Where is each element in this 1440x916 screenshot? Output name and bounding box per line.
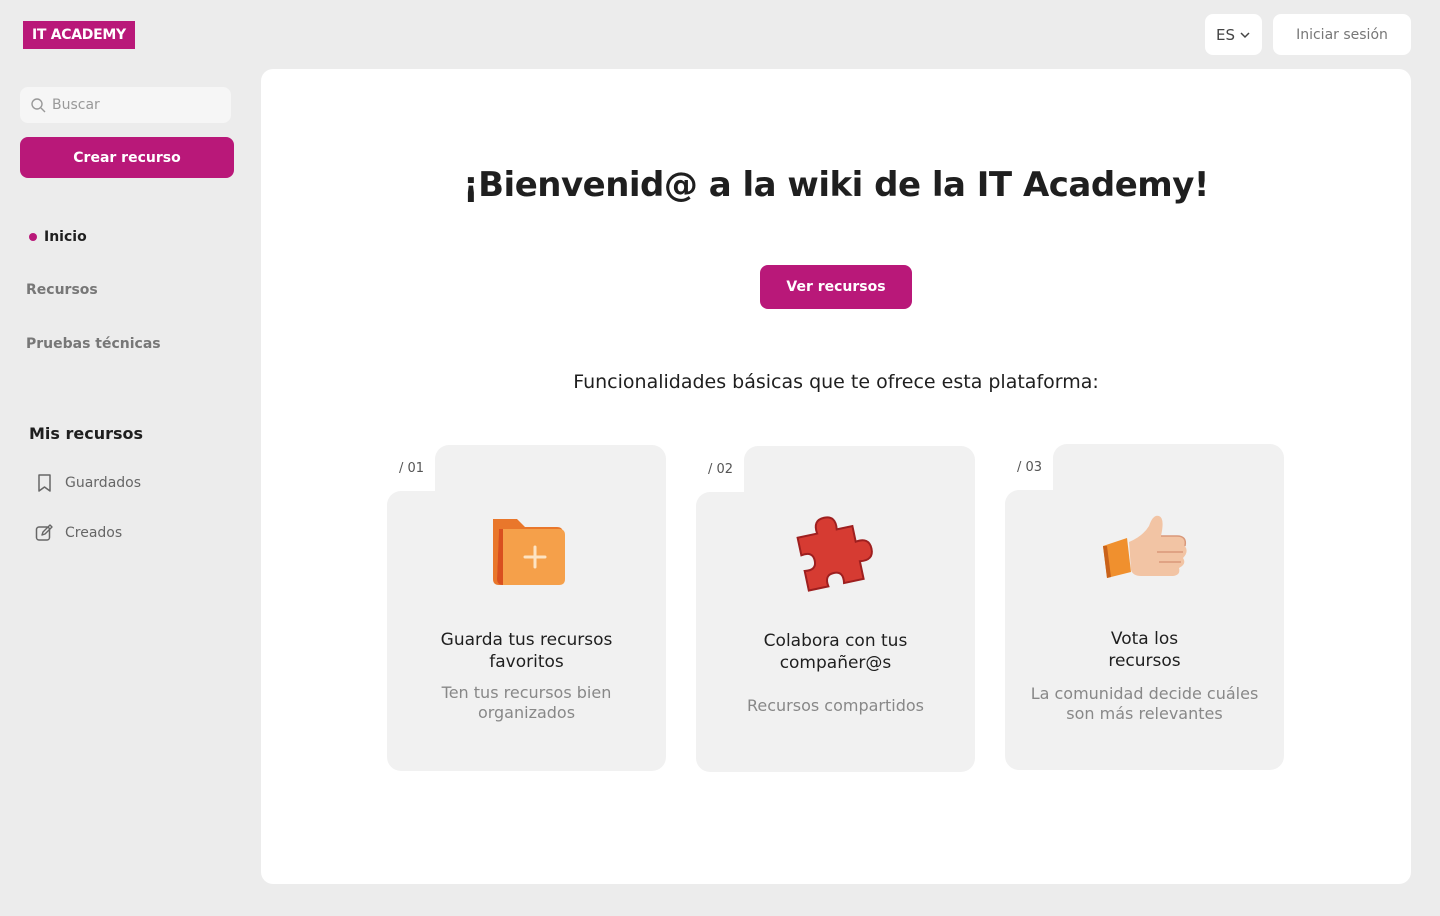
search-icon — [31, 98, 46, 113]
feature-card-vote: / 03 Vota los recursos La comunidad deci… — [1005, 444, 1284, 770]
card-description: Ten tus recursos bien organizados — [441, 683, 612, 722]
nav-label: Pruebas técnicas — [26, 336, 161, 352]
folder-plus-icon — [492, 519, 565, 585]
nav-item-inicio[interactable]: Inicio — [29, 229, 87, 245]
puzzle-icon — [795, 516, 873, 592]
saved-label: Guardados — [65, 475, 142, 491]
login-button[interactable]: Iniciar sesión — [1273, 14, 1411, 55]
card-title: Colabora con tus compañer@s — [763, 631, 908, 673]
nav-item-recursos[interactable]: Recursos — [26, 282, 98, 298]
nav-label: Inicio — [44, 229, 87, 245]
chevron-down-icon — [1240, 31, 1250, 38]
bookmark-icon — [38, 474, 51, 492]
card-title: Vota los recursos — [1108, 629, 1181, 671]
active-dot — [29, 233, 37, 241]
nav-item-pruebas-tecnicas[interactable]: Pruebas técnicas — [26, 336, 161, 352]
saved-resources-link[interactable]: Guardados — [35, 473, 141, 493]
feature-card-collaborate: / 02 Colabora con tus compañer@s Recurso… — [696, 446, 975, 772]
language-label: ES — [1216, 25, 1235, 44]
features-subtitle: Funcionalidades básicas que te ofrece es… — [573, 371, 1099, 393]
view-resources-button[interactable]: Ver recursos — [760, 265, 912, 309]
created-resources-link[interactable]: Creados — [35, 523, 122, 543]
logo[interactable]: IT ACADEMY — [23, 21, 135, 49]
feature-card-favorites: / 01 Guarda tus recursos favoritos Ten t… — [387, 445, 666, 771]
language-selector[interactable]: ES — [1205, 14, 1262, 55]
edit-icon — [35, 524, 53, 541]
card-number: / 01 — [399, 461, 425, 476]
create-resource-button[interactable]: Crear recurso — [20, 137, 234, 178]
main-panel: ¡Bienvenid@ a la wiki de la IT Academy! … — [261, 69, 1411, 884]
created-label: Creados — [65, 525, 123, 541]
search-box[interactable] — [20, 87, 231, 123]
search-input[interactable] — [52, 97, 222, 113]
page-title: ¡Bienvenid@ a la wiki de la IT Academy! — [463, 165, 1209, 205]
thumbs-up-icon — [1102, 515, 1187, 578]
card-description: La comunidad decide cuáles son más relev… — [1030, 684, 1259, 723]
card-number: / 02 — [708, 462, 734, 477]
card-description: Recursos compartidos — [746, 696, 924, 715]
card-number: / 03 — [1017, 460, 1043, 475]
nav-label: Recursos — [26, 282, 98, 298]
card-title: Guarda tus recursos favoritos — [440, 630, 613, 672]
my-resources-title: Mis recursos — [29, 424, 144, 443]
